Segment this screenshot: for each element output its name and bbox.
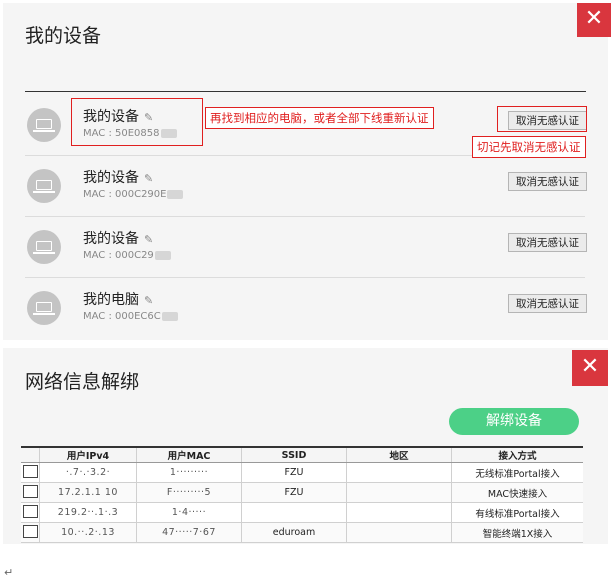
table-header-row: 用户IPv4 用户MAC SSID 地区 接入方式 (21, 446, 583, 463)
col-header-access: 接入方式 (451, 446, 583, 463)
device-name: 我的电脑 ✎ (83, 292, 154, 308)
row-access: 有线标准Portal接入 (451, 502, 583, 523)
row-access: 无线标准Portal接入 (451, 462, 583, 483)
devices-panel-title: 我的设备 (25, 25, 102, 47)
annotation-highlight-cancel (497, 106, 587, 132)
col-header-mac: 用户MAC (136, 446, 242, 463)
row-ssid: eduroam (241, 522, 347, 543)
row-ssid: FZU (241, 482, 347, 503)
unbind-panel-title: 网络信息解绑 (25, 371, 140, 393)
laptop-icon (27, 230, 61, 264)
device-mac: MAC : 000C290E (83, 189, 184, 200)
col-header-region: 地区 (346, 446, 452, 463)
table-row: 17.2.1.1 10 F·········5 FZU MAC快速接入 (21, 482, 583, 503)
row-checkbox[interactable] (22, 504, 38, 518)
redaction-blur (154, 250, 171, 260)
device-name: 我的设备 ✎ (83, 231, 154, 247)
row-ipv4: 10.··.2·.13 (61, 527, 115, 538)
cancel-seamless-auth-button[interactable]: 取消无感认证 (508, 233, 587, 252)
row-ssid (241, 502, 347, 523)
device-row: 我的电脑 ✎ MAC : 000EC6C 取消无感认证 (25, 278, 587, 338)
cancel-seamless-auth-button[interactable]: 取消无感认证 (508, 172, 587, 191)
row-mac: 1·4····· (171, 507, 207, 518)
device-mac: MAC : 000EC6C (83, 311, 178, 322)
row-mac: F·········5 (166, 487, 212, 498)
col-header-ipv4: 用户IPv4 (39, 446, 137, 463)
row-mac: 1········· (169, 467, 209, 478)
cancel-seamless-auth-button[interactable]: 取消无感认证 (508, 294, 587, 313)
annotation-highlight-device (71, 98, 203, 146)
my-devices-panel: 我的设备 ✕ 我的设备 ✎ MAC : 50E0858 取消无感认证 我的设备 ✎ … (3, 3, 611, 340)
row-ipv4: 17.2.1.1 10 (58, 487, 118, 498)
row-ssid: FZU (241, 462, 347, 483)
title-divider (25, 91, 586, 92)
paragraph-mark: ↵ (4, 566, 14, 579)
col-header-select (21, 446, 40, 463)
annotation-find-pc: 再找到相应的电脑，或者全部下线重新认证 (205, 107, 434, 129)
row-checkbox[interactable] (22, 464, 38, 478)
row-checkbox[interactable] (22, 524, 38, 538)
laptop-icon (27, 291, 61, 325)
close-icon[interactable]: ✕ (572, 350, 608, 386)
unbind-network-panel: 网络信息解绑 ✕ 解绑设备 用户IPv4 用户MAC SSID 地区 接入方式 … (3, 348, 608, 544)
close-icon[interactable]: ✕ (577, 3, 611, 37)
pencil-icon[interactable]: ✎ (144, 294, 153, 307)
row-ipv4: 219.2··.1·.3 (57, 507, 119, 518)
redaction-blur (161, 311, 178, 321)
row-region (346, 522, 452, 543)
table-row: 219.2··.1·.3 1·4····· 有线标准Portal接入 (21, 502, 583, 523)
row-ipv4: ·.7·.·3.2· (65, 467, 111, 478)
row-mac: 47·····7·67 (162, 527, 216, 538)
annotation-remember: 切记先取消无感认证 (472, 136, 586, 158)
row-access: MAC快速接入 (451, 482, 583, 503)
table-row: ·.7·.·3.2· 1········· FZU 无线标准Portal接入 (21, 462, 583, 483)
row-access: 智能终端1X接入 (451, 522, 583, 543)
redaction-blur (167, 189, 184, 199)
table-row: 10.··.2·.13 47·····7·67 eduroam 智能终端1X接入 (21, 522, 583, 543)
row-region (346, 482, 452, 503)
device-mac: MAC : 000C29 (83, 250, 171, 261)
pencil-icon[interactable]: ✎ (144, 233, 153, 246)
row-region (346, 462, 452, 483)
row-region (346, 502, 452, 523)
unbind-device-button[interactable]: 解绑设备 (449, 408, 579, 435)
device-row: 我的设备 ✎ MAC : 000C290E 取消无感认证 (25, 156, 587, 217)
pencil-icon[interactable]: ✎ (144, 172, 153, 185)
device-name: 我的设备 ✎ (83, 170, 154, 186)
device-row: 我的设备 ✎ MAC : 000C29 取消无感认证 (25, 217, 587, 278)
laptop-icon (27, 108, 61, 142)
row-checkbox[interactable] (22, 484, 38, 498)
laptop-icon (27, 169, 61, 203)
col-header-ssid: SSID (241, 446, 347, 463)
network-info-table: 用户IPv4 用户MAC SSID 地区 接入方式 ·.7·.·3.2· 1··… (21, 446, 583, 543)
